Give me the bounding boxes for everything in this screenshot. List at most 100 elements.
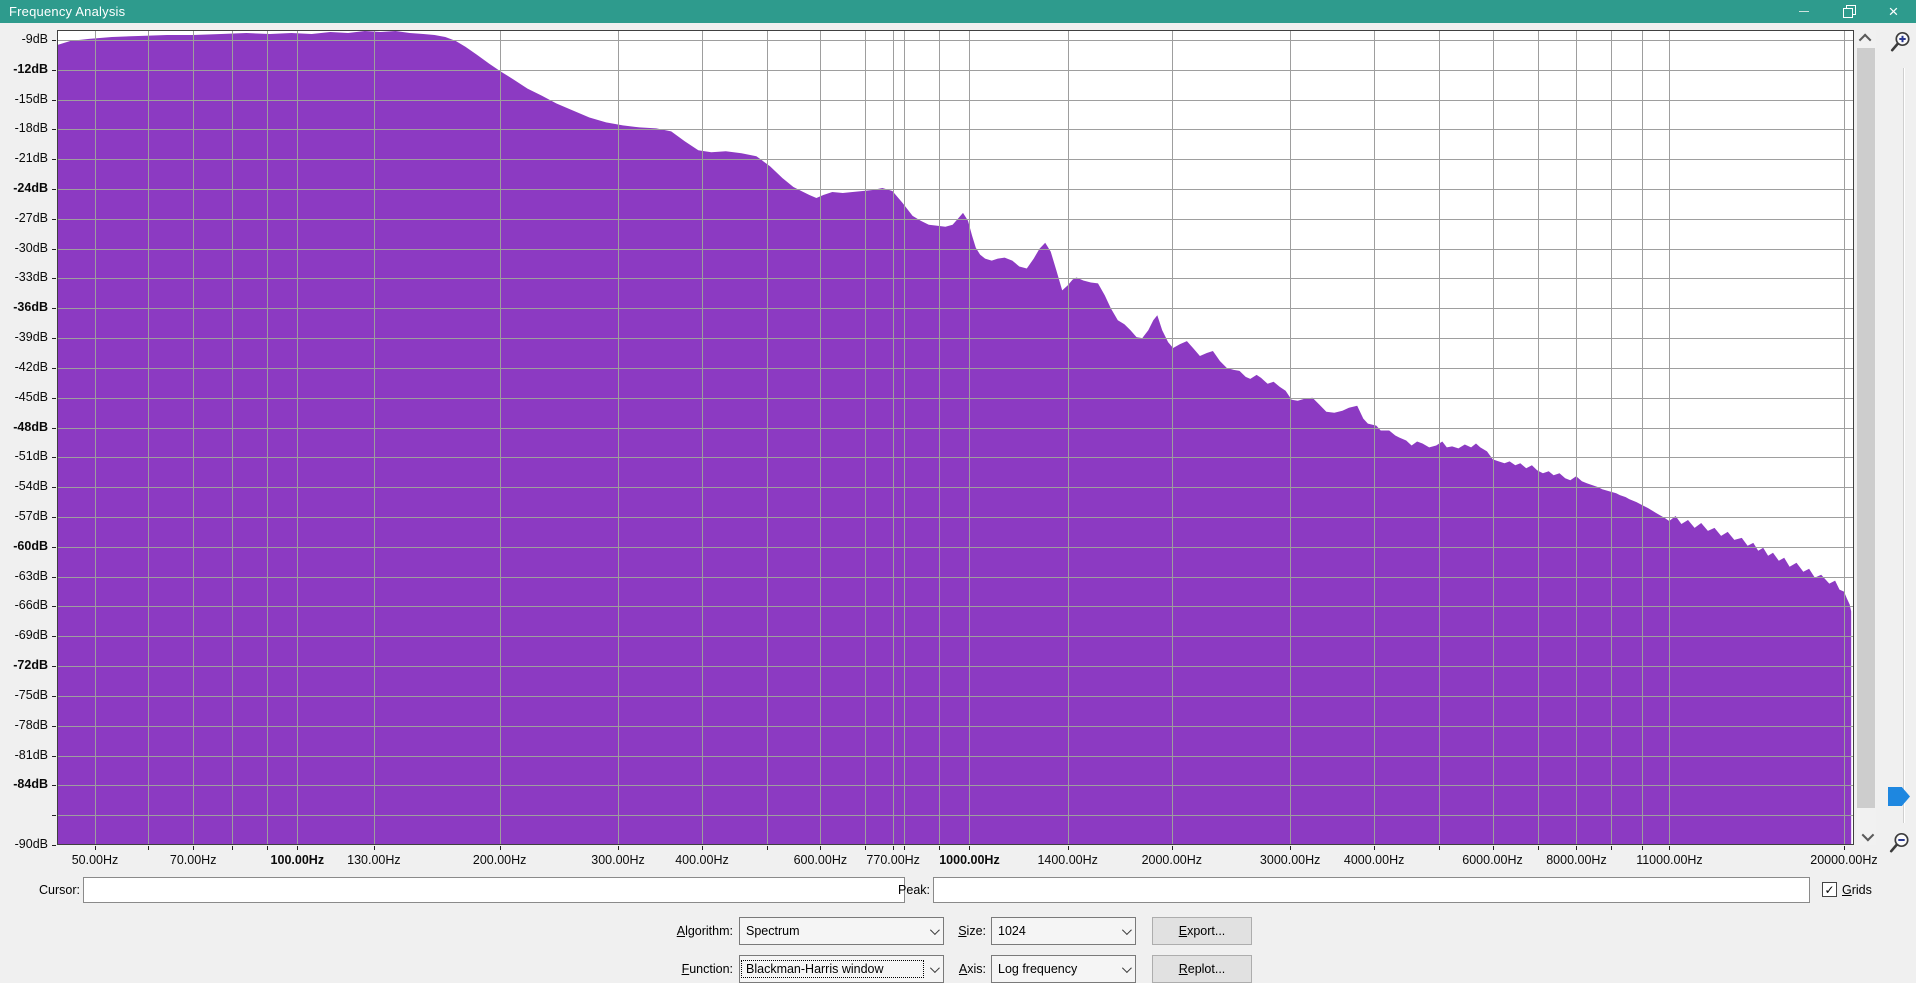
function-combobox[interactable]: Blackman-Harris window: [739, 955, 944, 983]
y-axis-label: -30dB: [15, 241, 48, 256]
y-axis-label: -72dB: [13, 658, 48, 673]
axis-selected-value: Log frequency: [994, 961, 1115, 977]
window-title: Frequency Analysis: [0, 4, 125, 19]
axis-combobox[interactable]: Log frequency: [991, 955, 1136, 983]
x-axis-label: 1000.00Hz: [939, 853, 999, 867]
y-axis-label: -24dB: [13, 181, 48, 196]
zoom-slider-thumb[interactable]: [1888, 787, 1910, 806]
y-axis-label: -42dB: [15, 360, 48, 375]
algorithm-combobox[interactable]: Spectrum: [739, 917, 944, 945]
y-axis-label: -78dB: [15, 718, 48, 733]
x-axis-tick: [618, 846, 619, 850]
y-axis-tick: [52, 547, 56, 548]
x-axis-label: 3000.00Hz: [1260, 853, 1320, 867]
zoom-out-icon[interactable]: [1888, 831, 1912, 857]
y-axis-tick: [52, 606, 56, 607]
x-axis-tick: [820, 846, 821, 850]
cursor-value-field[interactable]: [83, 877, 905, 903]
x-axis-tick: [939, 846, 940, 850]
x-axis-label: 20000.00Hz: [1810, 853, 1877, 867]
y-axis-tick: [52, 278, 56, 279]
function-dropdown-button[interactable]: [923, 966, 943, 973]
size-combobox[interactable]: 1024: [991, 917, 1136, 945]
y-axis-tick: [52, 428, 56, 429]
zoom-in-icon[interactable]: [1889, 30, 1913, 56]
y-axis-tick: [52, 696, 56, 697]
x-axis-tick: [374, 846, 375, 850]
x-axis-label: 8000.00Hz: [1546, 853, 1606, 867]
y-axis-label: -18dB: [15, 121, 48, 136]
y-axis-tick: [52, 457, 56, 458]
x-axis-tick: [1611, 846, 1612, 850]
y-axis-label: -48dB: [13, 420, 48, 435]
x-axis-tick: [1844, 846, 1845, 850]
axis-dropdown-button[interactable]: [1115, 966, 1135, 973]
close-icon: ×: [1889, 3, 1899, 20]
y-axis-label: -54dB: [15, 479, 48, 494]
export-button[interactable]: Export...: [1152, 917, 1252, 945]
x-axis-tick: [1669, 846, 1670, 850]
x-axis-label: 11000.00Hz: [1636, 853, 1703, 867]
x-axis-tick: [267, 846, 268, 850]
vertical-scrollbar[interactable]: [1856, 30, 1876, 845]
x-axis-tick: [1439, 846, 1440, 850]
title-bar[interactable]: Frequency Analysis ×: [0, 0, 1916, 23]
y-axis-label: -33dB: [15, 270, 48, 285]
x-axis-tick: [95, 846, 96, 850]
x-axis-label: 130.00Hz: [347, 853, 401, 867]
minimize-icon: [1799, 11, 1809, 12]
x-axis-tick: [1068, 846, 1069, 850]
scrollbar-thumb[interactable]: [1857, 48, 1875, 808]
y-axis-tick: [52, 666, 56, 667]
x-axis-tick: [1172, 846, 1173, 850]
x-axis-tick: [500, 846, 501, 850]
chevron-up-icon: [1858, 34, 1871, 47]
window-controls: ×: [1781, 0, 1916, 23]
y-axis-tick: [52, 636, 56, 637]
minimize-button[interactable]: [1781, 0, 1826, 23]
x-axis-tick: [904, 846, 905, 850]
grids-checkbox[interactable]: ✓: [1822, 882, 1837, 897]
x-axis-tick: [297, 846, 298, 850]
y-axis-tick: [52, 785, 56, 786]
chevron-down-icon: [1121, 925, 1131, 935]
size-dropdown-button[interactable]: [1115, 928, 1135, 935]
y-axis-label: -51dB: [15, 449, 48, 464]
y-axis-tick: [52, 249, 56, 250]
frequency-analysis-window: { "window": { "title": "Frequency Analys…: [0, 0, 1916, 983]
y-axis-label: -63dB: [15, 569, 48, 584]
x-axis-tick: [232, 846, 233, 850]
restore-button[interactable]: [1826, 0, 1871, 23]
close-button[interactable]: ×: [1871, 0, 1916, 23]
scrollbar-down-button[interactable]: [1856, 828, 1876, 845]
zoom-slider-groove[interactable]: [1903, 68, 1905, 823]
function-label: Function:: [650, 962, 733, 976]
x-axis-tick: [1642, 846, 1643, 850]
y-axis-tick: [52, 398, 56, 399]
spectrum-plot[interactable]: [57, 30, 1854, 845]
y-axis-tick: [52, 129, 56, 130]
y-axis-tick: [52, 726, 56, 727]
peak-value-field[interactable]: [933, 877, 1810, 903]
spectrum-area-chart[interactable]: [57, 30, 1854, 845]
zoom-slider-rail: [1880, 30, 1916, 860]
y-axis-tick: [52, 577, 56, 578]
scrollbar-up-button[interactable]: [1856, 30, 1876, 47]
x-axis-label: 50.00Hz: [72, 853, 119, 867]
x-axis-tick: [1374, 846, 1375, 850]
y-axis-tick: [52, 487, 56, 488]
grids-checkbox-label[interactable]: Grids: [1842, 883, 1872, 897]
algorithm-dropdown-button[interactable]: [923, 928, 943, 935]
algorithm-selected-value: Spectrum: [742, 923, 923, 939]
y-axis-tick: [52, 517, 56, 518]
function-selected-value: Blackman-Harris window: [742, 961, 923, 977]
y-axis-tick: [52, 308, 56, 309]
y-axis-label: -60dB: [13, 539, 48, 554]
x-axis-tick: [1576, 846, 1577, 850]
x-axis-label: 4000.00Hz: [1344, 853, 1404, 867]
replot-button[interactable]: Replot...: [1152, 955, 1252, 983]
y-axis-tick: [52, 189, 56, 190]
y-axis-tick: [52, 219, 56, 220]
x-axis-tick: [969, 846, 970, 850]
x-axis-label: 1400.00Hz: [1037, 853, 1097, 867]
